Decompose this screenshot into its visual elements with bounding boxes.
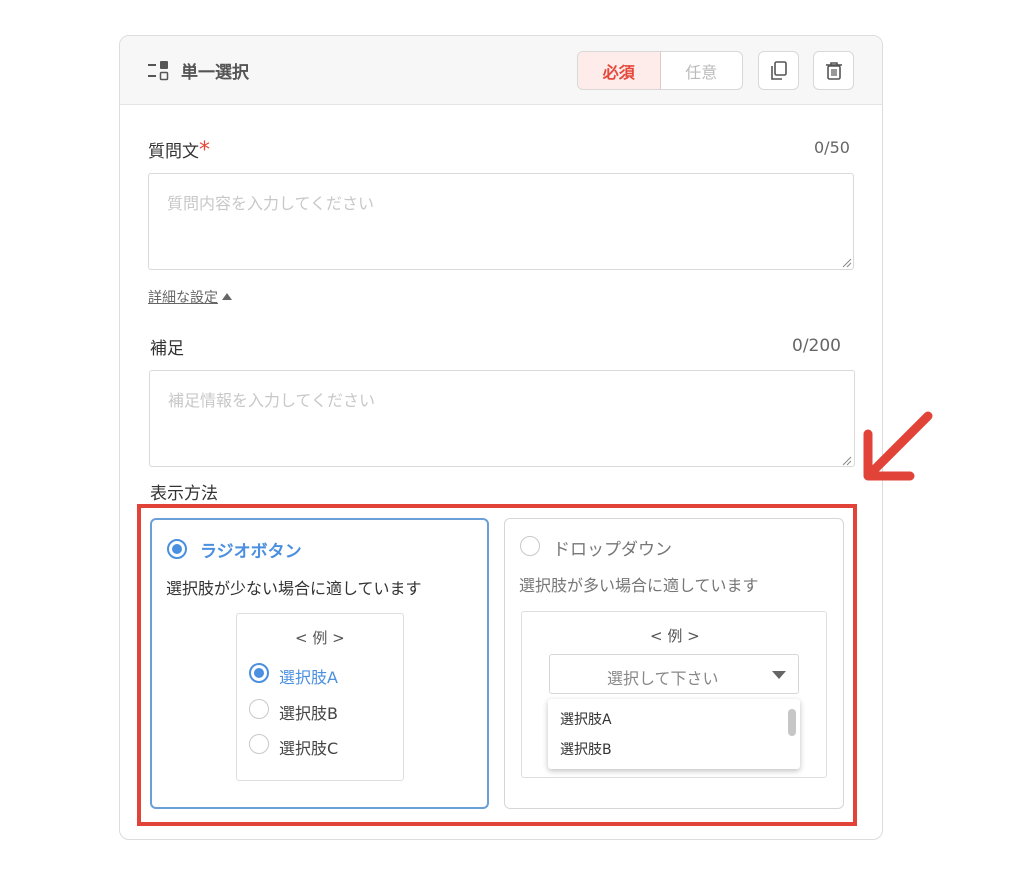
annotation-arrow-icon bbox=[863, 411, 933, 481]
supplement-counter: 0/200 bbox=[792, 336, 841, 356]
display-method-label: 表示方法 bbox=[150, 484, 218, 504]
required-toggle: 必須 任意 bbox=[577, 51, 743, 90]
question-type-label: 単一選択 bbox=[181, 63, 249, 83]
supplement-label: 補足 bbox=[150, 339, 184, 359]
delete-button[interactable] bbox=[813, 51, 854, 90]
supplement-input[interactable] bbox=[149, 370, 855, 467]
copy-icon bbox=[770, 60, 787, 80]
annotation-highlight-box bbox=[137, 504, 857, 826]
trash-icon bbox=[825, 61, 842, 80]
required-button[interactable]: 必須 bbox=[578, 52, 661, 89]
resize-handle-icon[interactable] bbox=[842, 456, 852, 466]
detail-settings-label: 詳細な設定 bbox=[148, 290, 218, 306]
question-label: 質問文* bbox=[148, 137, 210, 163]
detail-settings-link[interactable]: 詳細な設定 bbox=[148, 287, 232, 307]
card-header: 単一選択 必須 任意 bbox=[120, 36, 882, 105]
question-label-text: 質問文 bbox=[148, 142, 199, 162]
single-choice-icon bbox=[148, 61, 169, 81]
required-mark: * bbox=[199, 138, 210, 163]
resize-handle-icon[interactable] bbox=[842, 258, 852, 268]
caret-up-icon bbox=[222, 293, 232, 300]
copy-button[interactable] bbox=[758, 51, 799, 90]
question-input[interactable] bbox=[148, 173, 854, 270]
question-counter: 0/50 bbox=[814, 138, 850, 157]
optional-button[interactable]: 任意 bbox=[661, 52, 743, 89]
